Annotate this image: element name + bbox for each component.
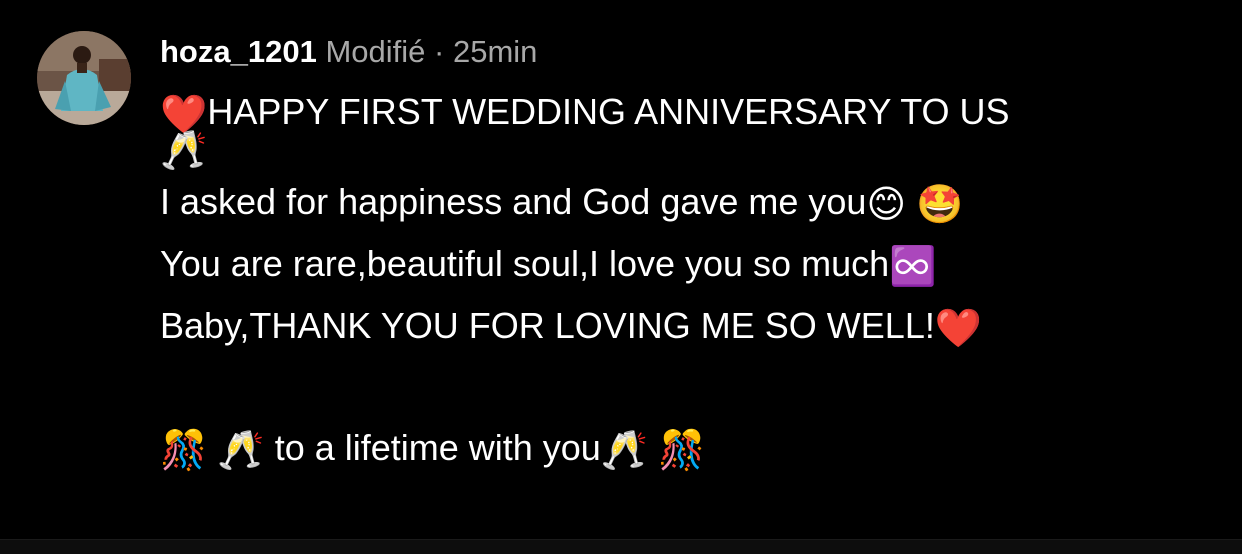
caption-line-2-text: I asked for happiness and God gave me yo…	[160, 181, 867, 222]
avatar-photo-icon	[37, 31, 131, 125]
caption-line-4: Baby,THANK YOU FOR LOVING ME SO WELL!❤️	[160, 296, 1220, 358]
post-header: hoza_1201 Modifié · 25min	[160, 28, 1220, 76]
meta-separator: ·	[434, 34, 445, 69]
caption-line-2: I asked for happiness and God gave me yo…	[160, 172, 1220, 234]
star-struck-icon: 🤩	[916, 182, 964, 226]
avatar[interactable]	[37, 31, 131, 125]
clinking-glasses-icon: 🥂	[600, 428, 649, 472]
caption-line-5-text: to a lifetime with you	[274, 427, 601, 468]
caption-text: ❤️HAPPY FIRST WEDDING ANNIVERSARY TO US …	[160, 82, 1220, 480]
smiling-face-icon: 😊	[866, 182, 907, 226]
bottom-divider	[0, 539, 1242, 554]
red-heart-icon: ❤️	[934, 306, 983, 350]
clinking-glasses-icon: 🥂	[160, 128, 208, 172]
caption-line-5: 🎊 🥂 to a lifetime with you🥂 🎊	[160, 418, 1220, 480]
caption-line-4-text: Baby,THANK YOU FOR LOVING ME SO WELL!	[160, 305, 935, 346]
clinking-glasses-icon: 🥂	[217, 428, 265, 472]
caption-line-1-text: HAPPY FIRST WEDDING ANNIVERSARY TO US	[207, 91, 1010, 132]
timestamp: 25min	[452, 34, 538, 69]
post-caption-block: hoza_1201 Modifié · 25min ❤️ HAPPY FIRST …	[160, 28, 1220, 480]
confetti-ball-icon: 🎊	[658, 428, 706, 472]
caption-line-3: You are rare,beautiful soul,I love you s…	[160, 234, 1220, 296]
confetti-ball-icon: 🎊	[160, 428, 208, 472]
edited-label: Modifié	[325, 34, 426, 69]
infinity-icon: ♾️	[889, 244, 937, 288]
username-link[interactable]: hoza_1201	[160, 34, 317, 69]
caption-line-3-text: You are rare,beautiful soul,I love you s…	[160, 243, 890, 284]
